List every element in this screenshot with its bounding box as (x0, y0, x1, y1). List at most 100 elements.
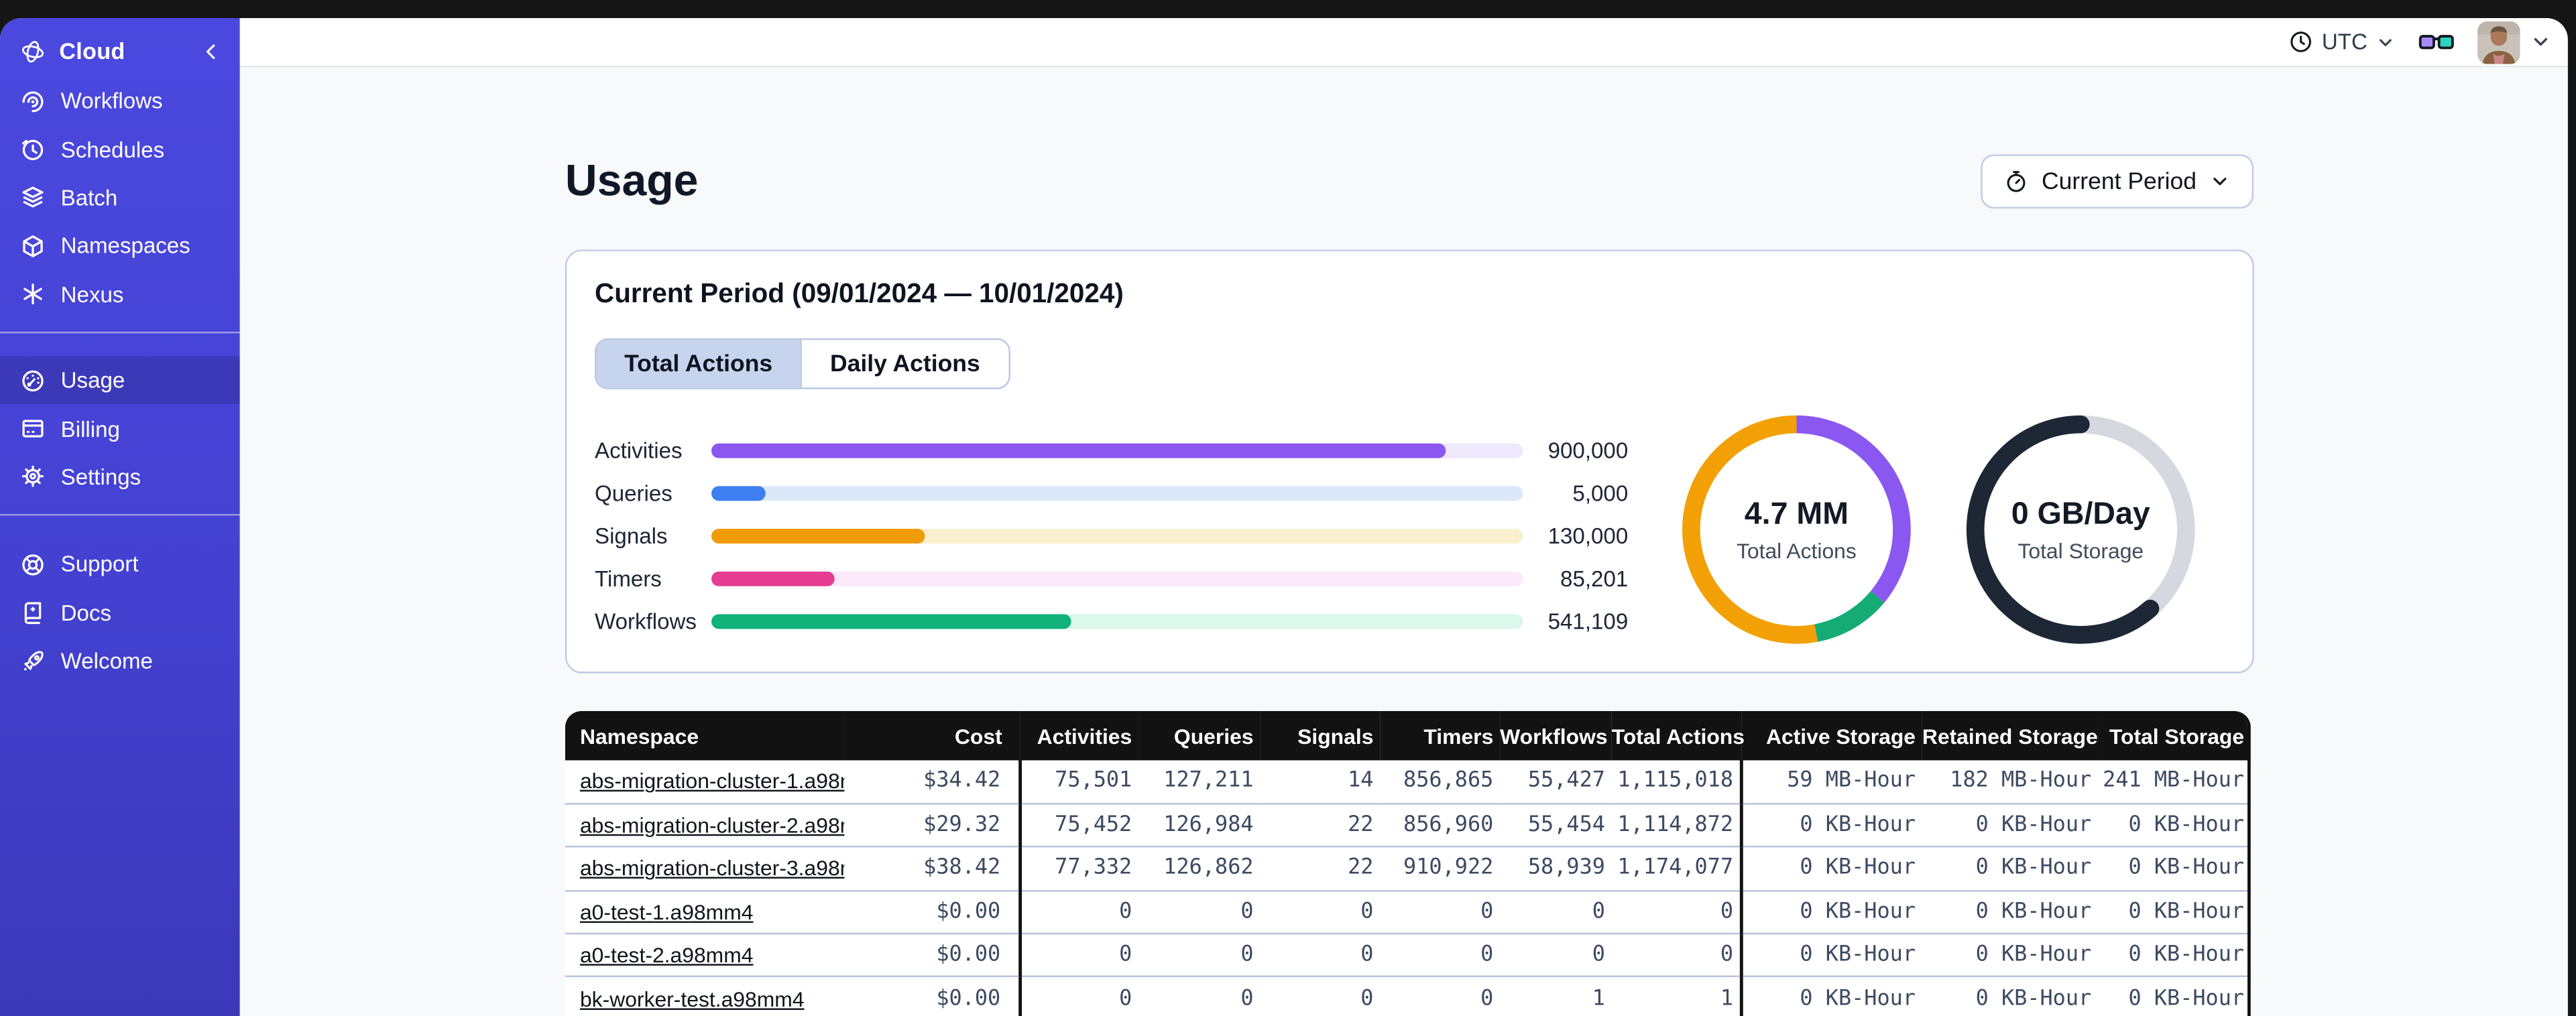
sidebar-item-label: Billing (60, 416, 120, 441)
total-storage-cell: 0 KB-Hour (2098, 976, 2248, 1016)
namespace-link[interactable]: abs-migration-cluster-1.a98mm4 (580, 769, 844, 794)
bar-track (711, 527, 1523, 543)
sidebar-item-namespaces[interactable]: Namespaces (0, 222, 240, 270)
active-storage-cell: 0 KB-Hour (1739, 934, 1922, 978)
sidebar-item-label: Batch (60, 185, 118, 210)
sidebar-item-billing[interactable]: Billing (0, 405, 240, 453)
usage-gauge-icon (19, 367, 46, 393)
total-storage-donut: 0 GB/Day Total Storage (1962, 411, 2200, 649)
sidebar-item-label: Usage (60, 368, 125, 393)
account-menu[interactable] (2477, 20, 2551, 64)
topbar: UTC (239, 17, 2568, 68)
bar-label: Workflows (595, 608, 697, 633)
bar-row-workflows: Workflows 541,109 (595, 599, 1630, 642)
col-header-activities: Activities (1020, 710, 1139, 761)
sidebar-item-settings[interactable]: Settings (0, 453, 240, 501)
brand-label: Cloud (59, 38, 125, 64)
bar-fill (711, 485, 766, 501)
retained-storage-cell: 182 MB-Hour (1922, 760, 2099, 805)
docs-book-icon (19, 600, 46, 626)
signals-cell: 0 (1260, 976, 1381, 1016)
table-row: abs-migration-cluster-3.a98mm4 $38.42 77… (565, 846, 2248, 891)
queries-cell: 126,984 (1138, 804, 1261, 848)
avatar (2477, 20, 2520, 64)
timers-cell: 0 (1380, 890, 1501, 935)
col-header-signals: Signals (1260, 710, 1381, 761)
timers-cell: 910,922 (1380, 846, 1501, 891)
sidebar-item-usage[interactable]: Usage (0, 356, 240, 405)
namespace-link[interactable]: abs-migration-cluster-2.a98mm4 (580, 813, 844, 838)
settings-gear-icon (19, 464, 46, 490)
activities-cell: 75,501 (1018, 760, 1139, 805)
sidebar-item-support[interactable]: Support (0, 540, 240, 588)
activities-cell: 77,332 (1018, 846, 1139, 891)
col-header-retained-storage: Retained Storage (1922, 710, 2099, 761)
workflows-cell: 1 (1500, 976, 1612, 1016)
sidebar-item-docs[interactable]: Docs (0, 588, 240, 637)
sidebar-item-label: Workflows (60, 88, 163, 114)
bar-row-queries: Queries 5,000 (595, 471, 1630, 514)
collapse-sidebar-icon[interactable] (197, 38, 223, 64)
bar-row-activities: Activities 900,000 (595, 429, 1630, 472)
retained-storage-cell: 0 KB-Hour (1922, 976, 2099, 1016)
total-storage-cell: 0 KB-Hour (2098, 804, 2248, 848)
bar-fill (711, 442, 1446, 458)
queries-cell: 0 (1138, 934, 1261, 978)
table-header-row: Namespace Cost Activities Queries Signal… (565, 710, 2248, 761)
col-header-cost: Cost (844, 710, 1020, 761)
queries-cell: 0 (1138, 890, 1261, 935)
sidebar-item-schedules[interactable]: Schedules (0, 125, 240, 174)
col-header-total-actions: Total Actions (1611, 710, 1745, 761)
timers-cell: 0 (1380, 976, 1501, 1016)
sidebar-item-label: Schedules (60, 137, 165, 162)
retained-storage-cell: 0 KB-Hour (1922, 846, 2099, 891)
col-header-active-storage: Active Storage (1741, 710, 1922, 761)
workflows-cell: 55,454 (1500, 804, 1612, 848)
total-actions-cell: 1 (1611, 976, 1742, 1016)
total-storage-cell: 0 KB-Hour (2098, 890, 2248, 935)
usage-card-title: Current Period (09/01/2024 — 10/01/2024) (595, 279, 1124, 309)
bar-fill (711, 613, 1072, 629)
stopwatch-icon (2004, 169, 2029, 194)
chevron-down-icon (2210, 171, 2231, 192)
workflows-cell: 55,427 (1500, 760, 1612, 805)
chevron-down-icon (2530, 31, 2551, 53)
namespace-link[interactable]: bk-worker-test.a98mm4 (580, 987, 805, 1011)
billing-card-icon (19, 416, 46, 442)
batch-layers-icon (19, 185, 46, 211)
tab-daily-actions[interactable]: Daily Actions (800, 340, 1008, 388)
signals-cell: 0 (1260, 934, 1381, 978)
total-storage-cell: 241 MB-Hour (2098, 760, 2248, 805)
feedback-glasses-button[interactable] (2418, 29, 2455, 55)
col-header-total-storage: Total Storage (2098, 710, 2248, 761)
bar-label: Timers (595, 566, 662, 590)
total-actions-donut: 4.7 MM Total Actions (1678, 411, 1916, 649)
bar-label: Activities (595, 438, 683, 462)
sidebar-item-nexus[interactable]: Nexus (0, 270, 240, 318)
sidebar-item-label: Welcome (60, 649, 153, 674)
table-row: a0-test-2.a98mm4 $0.00 0 0 0 0 0 0 0 KB-… (565, 934, 2248, 978)
bar-value: 130,000 (1547, 523, 1629, 548)
active-storage-cell: 0 KB-Hour (1739, 804, 1922, 848)
tab-total-actions[interactable]: Total Actions (596, 340, 801, 388)
namespace-link[interactable]: a0-test-1.a98mm4 (580, 899, 754, 924)
namespace-link[interactable]: abs-migration-cluster-3.a98mm4 (580, 856, 844, 881)
active-storage-cell: 0 KB-Hour (1739, 976, 1922, 1016)
sidebar-item-label: Namespaces (60, 233, 190, 259)
sidebar-item-label: Docs (60, 600, 112, 625)
namespace-link[interactable]: a0-test-2.a98mm4 (580, 943, 754, 968)
bar-label: Queries (595, 480, 672, 505)
timezone-selector[interactable]: UTC (2289, 29, 2396, 54)
sidebar-item-welcome[interactable]: Welcome (0, 637, 240, 685)
cost-cell: $0.00 (844, 890, 1020, 935)
bar-row-signals: Signals 130,000 (595, 514, 1630, 557)
activities-cell: 0 (1018, 934, 1139, 978)
bar-value: 5,000 (1572, 480, 1629, 505)
period-selector-button[interactable]: Current Period (1981, 154, 2254, 209)
sidebar-item-batch[interactable]: Batch (0, 174, 240, 222)
activities-cell: 0 (1018, 976, 1139, 1016)
sidebar-item-workflows[interactable]: Workflows (0, 77, 240, 125)
period-selector-label: Current Period (2041, 168, 2197, 195)
sidebar-brand[interactable]: Cloud (0, 18, 240, 77)
donut-value: 4.7 MM (1744, 497, 1849, 531)
